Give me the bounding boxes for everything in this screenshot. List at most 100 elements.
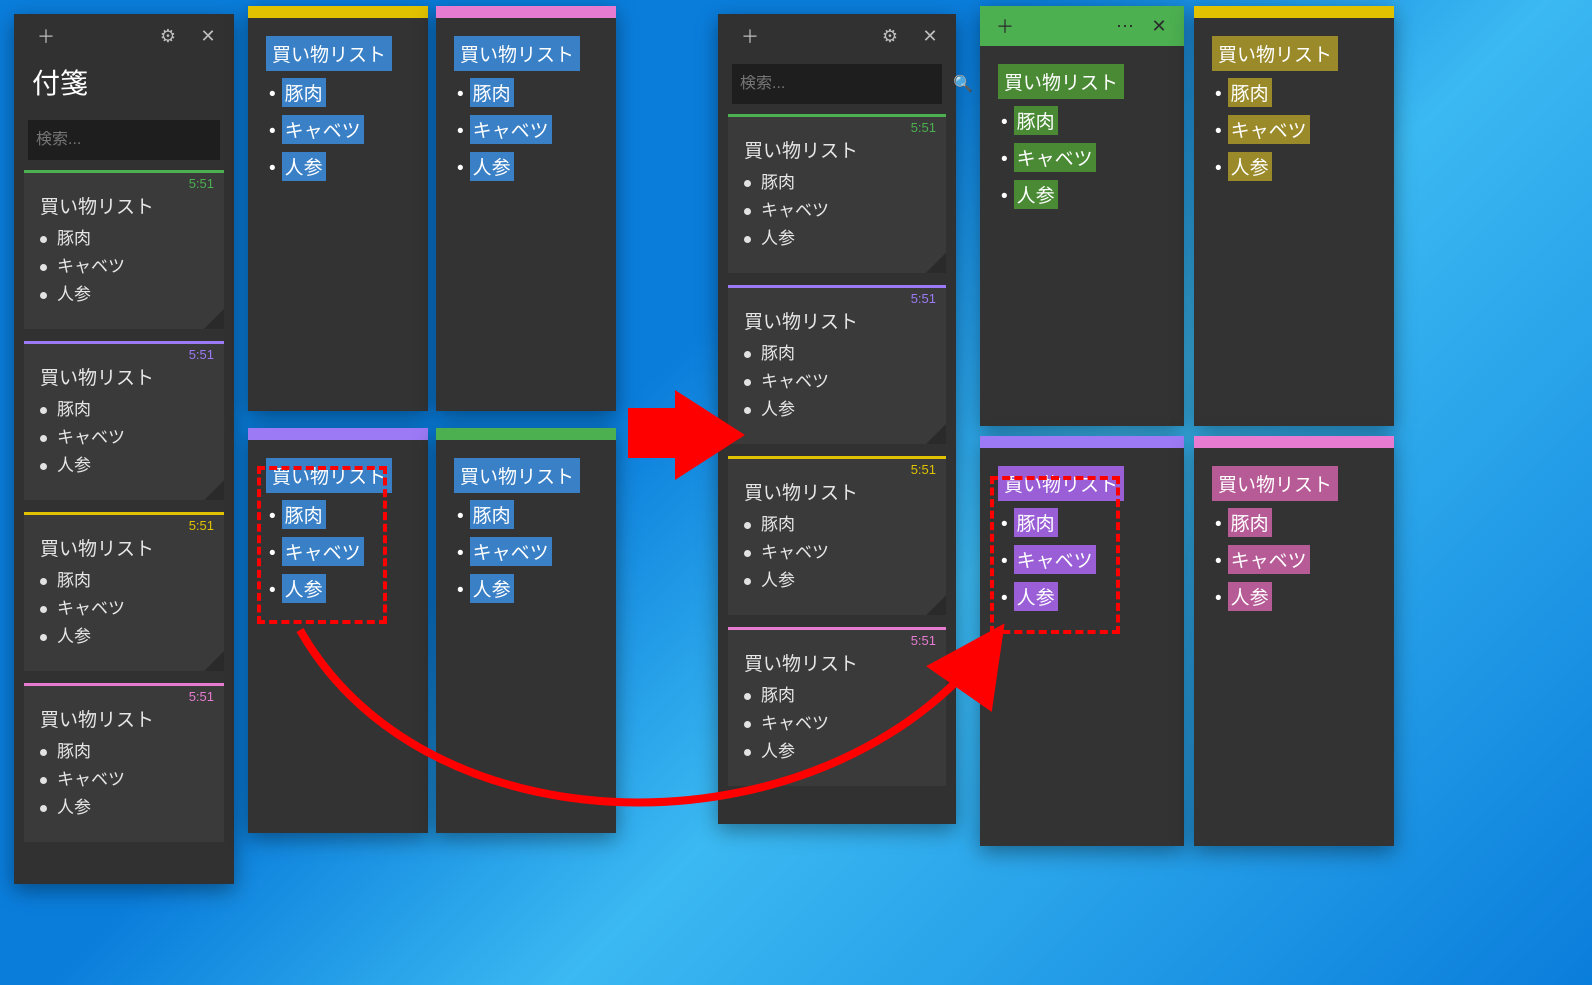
hl-title: 買い物リスト [457, 461, 577, 490]
note-list: 5:51 買い物リスト 豚肉 キャベツ 人参 5:51 買い物リスト 豚肉 キャ… [718, 114, 956, 824]
note-title: 買い物リスト [40, 192, 208, 219]
new-note-button[interactable]: ＋ [26, 16, 66, 56]
close-button[interactable]: ✕ [1142, 9, 1176, 43]
hl-title: 買い物リスト [269, 461, 389, 490]
note-time: 5:51 [911, 462, 936, 477]
search-box[interactable]: 🔍 [732, 64, 942, 104]
note-line: キャベツ [40, 424, 208, 452]
close-icon: ✕ [922, 26, 937, 47]
note-title: 買い物リスト [40, 363, 208, 390]
note-time: 5:51 [189, 518, 214, 533]
hl-line: キャベツ [282, 537, 364, 566]
hl-line: 人参 [1014, 582, 1058, 611]
app-title: 付箋 [14, 58, 234, 114]
note-card[interactable]: 5:51 買い物リスト 豚肉 キャベツ 人参 [24, 512, 224, 671]
hl-line: キャベツ [1014, 545, 1096, 574]
search-box[interactable]: 🔍 [28, 120, 220, 160]
note-card[interactable]: 5:51 買い物リスト 豚肉 キャベツ 人参 [24, 341, 224, 500]
search-input[interactable] [36, 131, 243, 149]
note-line: キャベツ [744, 368, 930, 396]
note-line: キャベツ [40, 253, 208, 281]
sticky-note-yellow-right[interactable]: 買い物リスト 豚肉 キャベツ 人参 [1194, 6, 1394, 426]
hl-line: キャベツ [1228, 115, 1310, 144]
note-line: キャベツ [40, 766, 208, 794]
hl-line: 豚肉 [1228, 508, 1272, 537]
note-body[interactable]: 買い物リスト 豚肉 キャベツ 人参 [248, 440, 428, 638]
hl-line: 豚肉 [282, 500, 326, 529]
sticky-note-purple-right[interactable]: 買い物リスト 豚肉 キャベツ 人参 [980, 436, 1184, 846]
gear-icon: ⚙ [882, 26, 898, 47]
sticky-note-purple-left[interactable]: 買い物リスト 豚肉 キャベツ 人参 [248, 428, 428, 833]
hl-line: 豚肉 [1228, 78, 1272, 107]
hl-line: 人参 [1014, 180, 1058, 209]
note-line: 人参 [40, 281, 208, 309]
dots-icon: ⋯ [1116, 16, 1134, 37]
note-body[interactable]: 買い物リスト 豚肉 キャベツ 人参 [1194, 448, 1394, 646]
note-line: 豚肉 [40, 225, 208, 253]
new-note-button[interactable]: ＋ [730, 16, 770, 56]
note-title: 買い物リスト [744, 136, 930, 163]
arrow-body [628, 408, 678, 458]
sticky-note-yellow-left[interactable]: 買い物リスト 豚肉 キャベツ 人参 [248, 6, 428, 411]
note-card[interactable]: 5:51 買い物リスト 豚肉 キャベツ 人参 [728, 627, 946, 786]
note-time: 5:51 [189, 347, 214, 362]
note-time: 5:51 [189, 689, 214, 704]
new-note-button[interactable]: ＋ [988, 9, 1022, 43]
note-card[interactable]: 5:51 買い物リスト 豚肉 キャベツ 人参 [728, 285, 946, 444]
hl-line: 豚肉 [1014, 106, 1058, 135]
note-line: 人参 [744, 567, 930, 595]
hl-line: 人参 [1228, 152, 1272, 181]
note-body[interactable]: 買い物リスト 豚肉 キャベツ 人参 [436, 440, 616, 638]
hl-line: キャベツ [470, 537, 552, 566]
arrow-head-icon [675, 390, 745, 480]
close-icon: ✕ [200, 26, 215, 47]
hl-title: 買い物リスト [1215, 39, 1335, 68]
note-line: 豚肉 [744, 682, 930, 710]
sticky-note-green-left[interactable]: 買い物リスト 豚肉 キャベツ 人参 [436, 428, 616, 833]
close-icon: ✕ [1151, 16, 1166, 37]
note-line: キャベツ [40, 595, 208, 623]
search-input[interactable] [740, 75, 947, 93]
hl-line: 人参 [282, 574, 326, 603]
note-line: 豚肉 [744, 511, 930, 539]
note-title: 買い物リスト [40, 705, 208, 732]
settings-button[interactable]: ⚙ [870, 16, 910, 56]
hl-line: 豚肉 [470, 500, 514, 529]
note-body[interactable]: 買い物リスト 豚肉 キャベツ 人参 [980, 46, 1184, 244]
note-title: 買い物リスト [744, 649, 930, 676]
note-card[interactable]: 5:51 買い物リスト 豚肉 キャベツ 人参 [728, 114, 946, 273]
note-line: 豚肉 [40, 396, 208, 424]
close-button[interactable]: ✕ [910, 16, 950, 56]
note-title: 買い物リスト [744, 307, 930, 334]
note-card[interactable]: 5:51 買い物リスト 豚肉 キャベツ 人参 [728, 456, 946, 615]
hl-title: 買い物リスト [1215, 469, 1335, 498]
hl-line: 豚肉 [470, 78, 514, 107]
hl-line: 豚肉 [282, 78, 326, 107]
hl-title: 買い物リスト [269, 39, 389, 68]
sticky-note-pink-left[interactable]: 買い物リスト 豚肉 キャベツ 人参 [436, 6, 616, 411]
settings-button[interactable]: ⚙ [148, 16, 188, 56]
gear-icon: ⚙ [160, 26, 176, 47]
note-line: 人参 [744, 225, 930, 253]
note-line: 豚肉 [744, 340, 930, 368]
note-card[interactable]: 5:51 買い物リスト 豚肉 キャベツ 人参 [24, 170, 224, 329]
hl-line: キャベツ [470, 115, 552, 144]
note-time: 5:51 [911, 291, 936, 306]
sticky-note-pink-right[interactable]: 買い物リスト 豚肉 キャベツ 人参 [1194, 436, 1394, 846]
note-body[interactable]: 買い物リスト 豚肉 キャベツ 人参 [1194, 18, 1394, 216]
hl-line: 人参 [470, 574, 514, 603]
hl-line: 人参 [1228, 582, 1272, 611]
hl-line: キャベツ [1228, 545, 1310, 574]
note-line: キャベツ [744, 197, 930, 225]
note-title: 買い物リスト [40, 534, 208, 561]
note-body[interactable]: 買い物リスト 豚肉 キャベツ 人参 [980, 448, 1184, 646]
hl-title: 買い物リスト [1001, 67, 1121, 96]
note-body[interactable]: 買い物リスト 豚肉 キャベツ 人参 [248, 18, 428, 216]
note-line: 人参 [40, 623, 208, 651]
sticky-note-green-active[interactable]: ＋ ⋯ ✕ 買い物リスト 豚肉 キャベツ 人参 [980, 6, 1184, 426]
hl-line: 人参 [282, 152, 326, 181]
close-button[interactable]: ✕ [188, 16, 228, 56]
note-body[interactable]: 買い物リスト 豚肉 キャベツ 人参 [436, 18, 616, 216]
note-card[interactable]: 5:51 買い物リスト 豚肉 キャベツ 人参 [24, 683, 224, 842]
more-button[interactable]: ⋯ [1108, 9, 1142, 43]
